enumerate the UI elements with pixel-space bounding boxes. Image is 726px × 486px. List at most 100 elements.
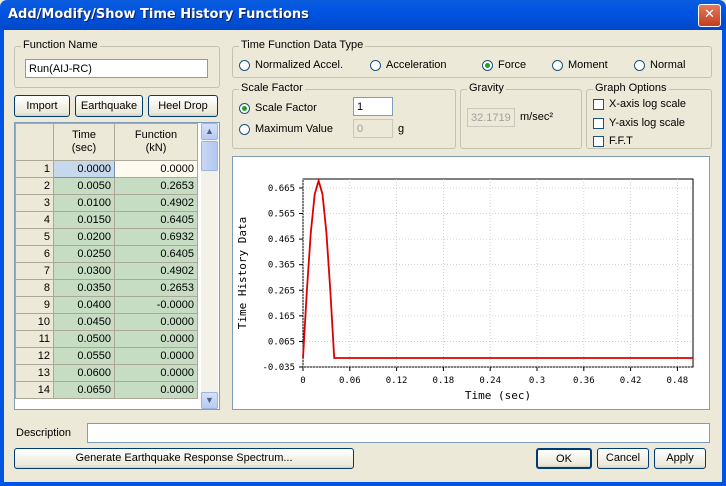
table-row[interactable]: 13 0.0600 0.0000 xyxy=(15,364,198,382)
function-column-unit: (kN) xyxy=(145,142,167,154)
function-column-header[interactable]: Function (kN) xyxy=(114,123,198,161)
heel-drop-button[interactable]: Heel Drop xyxy=(148,95,218,117)
time-cell[interactable]: 0.0500 xyxy=(53,330,115,348)
function-cell[interactable]: 0.6405 xyxy=(114,211,198,229)
function-cell[interactable]: 0.0000 xyxy=(114,347,198,365)
time-cell[interactable]: 0.0450 xyxy=(53,313,115,331)
radio-acceleration[interactable]: Acceleration xyxy=(370,59,447,71)
table-row[interactable]: 14 0.0650 0.0000 xyxy=(15,381,198,399)
row-number: 7 xyxy=(15,262,54,280)
function-data-grid[interactable]: Time (sec) Function (kN) 1 0.0000 0.0000 2 0.0… xyxy=(14,122,220,410)
y-axis-log-checkbox[interactable]: Y-axis log scale xyxy=(593,117,685,129)
time-cell[interactable]: 0.0000 xyxy=(53,160,115,178)
gravity-label: Gravity xyxy=(467,82,506,94)
function-cell[interactable]: 0.4902 xyxy=(114,194,198,212)
radio-scale-factor[interactable]: Scale Factor xyxy=(239,102,317,114)
time-cell[interactable]: 0.0650 xyxy=(53,381,115,399)
row-number: 11 xyxy=(15,330,54,348)
scroll-up-icon[interactable]: ▲ xyxy=(201,123,218,140)
time-cell[interactable]: 0.0600 xyxy=(53,364,115,382)
radio-force[interactable]: Force xyxy=(482,59,526,71)
function-cell[interactable]: 0.6405 xyxy=(114,245,198,263)
table-row[interactable]: 3 0.0100 0.4902 xyxy=(15,194,198,212)
x-tick-label: 0.18 xyxy=(433,376,455,386)
fft-checkbox[interactable]: F.F.T xyxy=(593,135,633,147)
x-axis-log-checkbox[interactable]: X-axis log scale xyxy=(593,98,686,110)
description-input[interactable] xyxy=(87,423,710,443)
radio-moment[interactable]: Moment xyxy=(552,59,608,71)
function-cell[interactable]: -0.0000 xyxy=(114,296,198,314)
gravity-unit: m/sec² xyxy=(520,111,553,123)
table-row[interactable]: 9 0.0400 -0.0000 xyxy=(15,296,198,314)
table-row[interactable]: 6 0.0250 0.6405 xyxy=(15,245,198,263)
time-cell[interactable]: 0.0300 xyxy=(53,262,115,280)
checkbox-box xyxy=(593,98,604,110)
y-tick-label: 0.065 xyxy=(268,337,295,347)
radio-dot-selected xyxy=(482,59,493,71)
x-tick-label: 0 xyxy=(300,376,305,386)
function-cell[interactable]: 0.0000 xyxy=(114,381,198,399)
table-row[interactable]: 5 0.0200 0.6932 xyxy=(15,228,198,246)
table-row[interactable]: 7 0.0300 0.4902 xyxy=(15,262,198,280)
time-cell[interactable]: 0.0200 xyxy=(53,228,115,246)
generate-spectrum-button[interactable]: Generate Earthquake Response Spectrum... xyxy=(14,448,354,469)
row-number: 8 xyxy=(15,279,54,297)
table-row[interactable]: 12 0.0550 0.0000 xyxy=(15,347,198,365)
window-border-left xyxy=(0,30,4,486)
row-number: 9 xyxy=(15,296,54,314)
function-cell[interactable]: 0.2653 xyxy=(114,279,198,297)
table-row[interactable]: 10 0.0450 0.0000 xyxy=(15,313,198,331)
time-column-header[interactable]: Time (sec) xyxy=(53,123,115,161)
time-cell[interactable]: 0.0400 xyxy=(53,296,115,314)
time-history-chart: 0 0.06 0.12 0.18 0.24 0.3 0.36 0.42 0.48 -0.035 0.… xyxy=(236,177,694,402)
function-cell[interactable]: 0.4902 xyxy=(114,262,198,280)
x-tick-label: 0.48 xyxy=(667,376,689,386)
radio-normalized-accel[interactable]: Normalized Accel. xyxy=(239,59,343,71)
time-cell[interactable]: 0.0050 xyxy=(53,177,115,195)
scale-factor-input[interactable]: 1 xyxy=(353,97,393,116)
radio-label: Scale Factor xyxy=(255,102,317,114)
time-cell[interactable]: 0.0350 xyxy=(53,279,115,297)
earthquake-button[interactable]: Earthquake xyxy=(75,95,143,117)
radio-dot xyxy=(239,59,250,71)
time-column-title: Time xyxy=(71,129,97,141)
apply-button[interactable]: Apply xyxy=(654,448,706,469)
function-name-label: Function Name xyxy=(21,39,100,51)
time-cell[interactable]: 0.0100 xyxy=(53,194,115,212)
row-number: 5 xyxy=(15,228,54,246)
plot-area xyxy=(302,178,694,368)
grid-vertical-scrollbar[interactable]: ▲ ▼ xyxy=(201,123,218,409)
function-cell[interactable]: 0.0000 xyxy=(114,160,198,178)
function-name-input[interactable]: Run(AIJ-RC) xyxy=(25,59,208,78)
radio-dot xyxy=(634,59,645,71)
time-cell[interactable]: 0.0250 xyxy=(53,245,115,263)
grid-body: 1 0.0000 0.0000 2 0.0050 0.2653 3 0.0100 0.4902 4… xyxy=(15,160,198,399)
radio-normal[interactable]: Normal xyxy=(634,59,685,71)
function-cell[interactable]: 0.6932 xyxy=(114,228,198,246)
function-cell[interactable]: 0.2653 xyxy=(114,177,198,195)
import-button[interactable]: Import xyxy=(14,95,70,117)
function-cell[interactable]: 0.0000 xyxy=(114,313,198,331)
function-cell[interactable]: 0.0000 xyxy=(114,330,198,348)
maximum-value-input[interactable]: 0 xyxy=(353,119,393,138)
scroll-thumb[interactable] xyxy=(201,141,218,171)
checkbox-box xyxy=(593,117,604,129)
window-title: Add/Modify/Show Time History Functions xyxy=(8,7,309,22)
gravity-input[interactable]: 32.1719 xyxy=(467,108,515,127)
table-row[interactable]: 4 0.0150 0.6405 xyxy=(15,211,198,229)
table-row[interactable]: 2 0.0050 0.2653 xyxy=(15,177,198,195)
table-row[interactable]: 11 0.0500 0.0000 xyxy=(15,330,198,348)
scroll-down-icon[interactable]: ▼ xyxy=(201,392,218,409)
time-column-unit: (sec) xyxy=(71,142,97,154)
cancel-button[interactable]: Cancel xyxy=(597,448,649,469)
table-row[interactable]: 8 0.0350 0.2653 xyxy=(15,279,198,297)
radio-label: Normal xyxy=(650,59,686,71)
time-cell[interactable]: 0.0550 xyxy=(53,347,115,365)
time-cell[interactable]: 0.0150 xyxy=(53,211,115,229)
ok-button[interactable]: OK xyxy=(536,448,592,469)
close-button[interactable]: ✕ xyxy=(698,4,721,27)
row-number: 13 xyxy=(15,364,54,382)
table-row[interactable]: 1 0.0000 0.0000 xyxy=(15,160,198,178)
function-cell[interactable]: 0.0000 xyxy=(114,364,198,382)
radio-maximum-value[interactable]: Maximum Value xyxy=(239,123,333,135)
